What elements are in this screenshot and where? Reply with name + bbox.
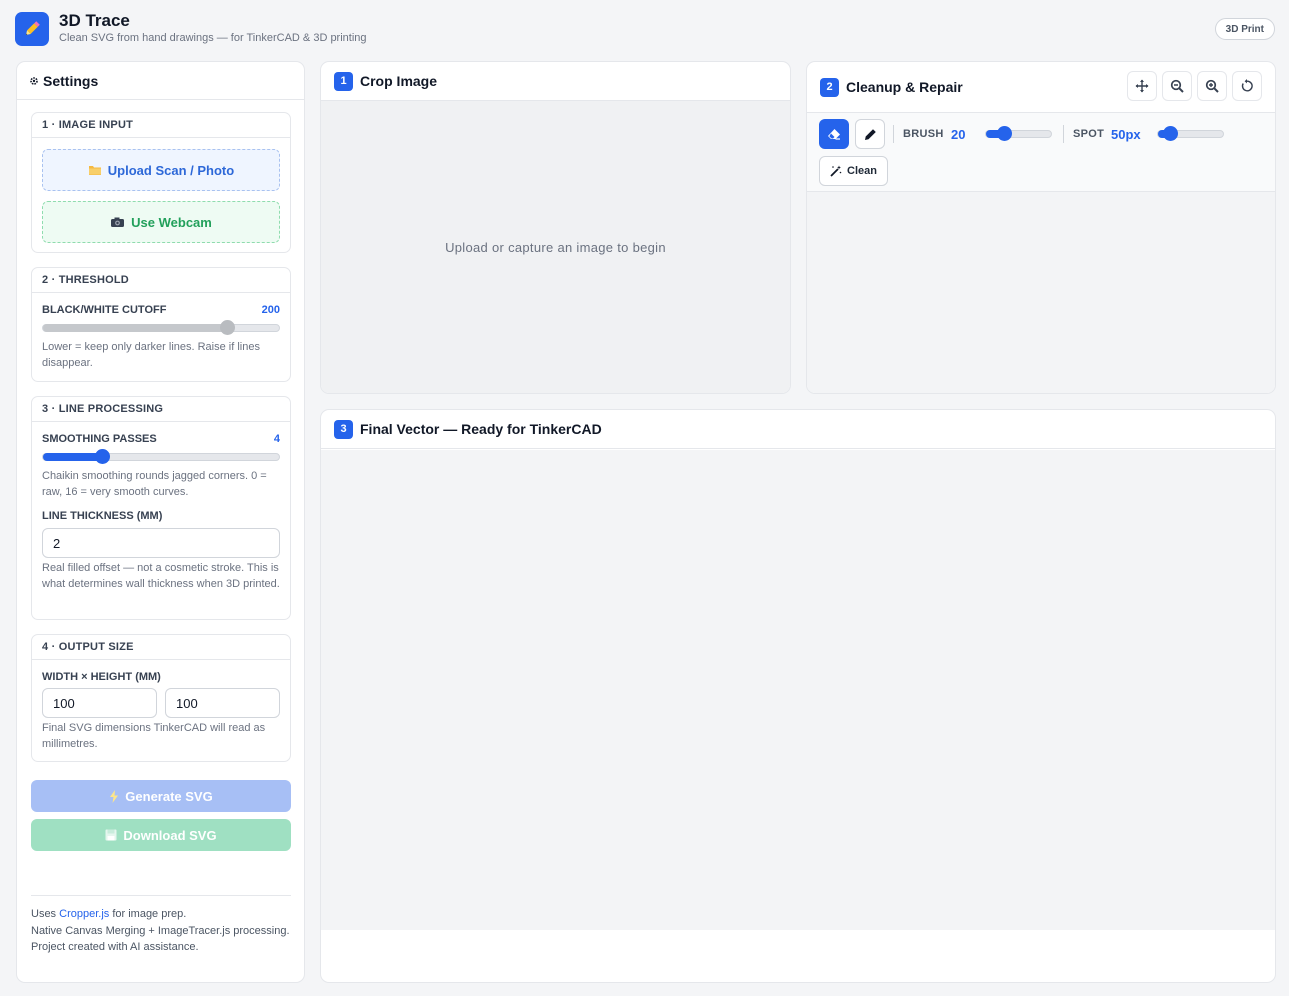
pen-icon xyxy=(864,128,876,140)
webcam-button[interactable]: Use Webcam xyxy=(42,201,280,243)
threshold-section: 2 · THRESHOLD BLACK/WHITE CUTOFF 200 Low… xyxy=(31,267,291,382)
pencil-icon xyxy=(15,12,49,46)
app-header: 3D Trace Clean SVG from hand drawings — … xyxy=(0,0,1289,56)
footer-text: Uses xyxy=(31,908,60,920)
spot-slider[interactable] xyxy=(1157,126,1224,141)
step-number: 3 xyxy=(334,419,353,439)
footer-line-1: Uses Cropper.js for image prep. xyxy=(31,906,293,923)
vector-title: Final Vector — Ready for TinkerCAD xyxy=(360,421,602,437)
crop-canvas[interactable]: Upload or capture an image to begin xyxy=(321,101,790,393)
zoom-in-button[interactable] xyxy=(1197,71,1227,101)
output-size-section: 4 · OUTPUT SIZE WIDTH × HEIGHT (MM) 100 … xyxy=(31,634,291,762)
cleanup-title: Cleanup & Repair xyxy=(846,79,963,95)
settings-sidebar: Settings 1 · IMAGE INPUT Upload Scan / P… xyxy=(16,61,305,983)
clean-button-label: Clean xyxy=(847,165,877,177)
brush-value: 20 xyxy=(951,127,966,142)
clean-button[interactable]: Clean xyxy=(819,156,888,186)
height-input[interactable]: 100 xyxy=(165,688,280,718)
slider-thumb[interactable] xyxy=(220,320,236,335)
cutoff-hint: Lower = keep only darker lines. Raise if… xyxy=(42,341,260,369)
section-title: 2 · THRESHOLD xyxy=(32,268,290,293)
footer-line-3: Project created with AI assistance. xyxy=(31,941,199,953)
brush-label: BRUSH xyxy=(903,128,944,140)
zoom-out-button[interactable] xyxy=(1162,71,1192,101)
footer-text: for image prep. xyxy=(109,908,187,920)
reset-icon xyxy=(1241,79,1253,92)
cutoff-slider[interactable] xyxy=(42,320,280,335)
eraser-tool-button[interactable] xyxy=(819,119,849,149)
webcam-button-label: Use Webcam xyxy=(131,214,212,230)
toolbar-divider xyxy=(1063,125,1064,143)
spot-label: SPOT xyxy=(1073,128,1105,140)
folder-icon xyxy=(88,166,101,175)
camera-icon xyxy=(111,217,125,227)
app-subtitle: Clean SVG from hand drawings — for Tinke… xyxy=(59,32,367,44)
section-title: 3 · LINE PROCESSING xyxy=(32,397,290,422)
sidebar-title: Settings xyxy=(43,72,99,89)
move-icon xyxy=(1135,79,1149,93)
section-title: 1 · IMAGE INPUT xyxy=(32,113,290,138)
slider-fill xyxy=(43,453,102,461)
footer-line-2: Native Canvas Merging + ImageTracer.js p… xyxy=(31,924,290,937)
brush-slider[interactable] xyxy=(985,126,1052,141)
cutoff-label: BLACK/WHITE CUTOFF xyxy=(42,304,167,316)
upload-button-label: Upload Scan / Photo xyxy=(107,162,235,178)
crop-panel: 1 Crop Image Upload or capture an image … xyxy=(320,61,791,394)
step-number: 1 xyxy=(334,71,353,91)
crop-placeholder: Upload or capture an image to begin xyxy=(445,239,666,255)
section-title: 4 · OUTPUT SIZE xyxy=(32,635,290,660)
slider-thumb[interactable] xyxy=(997,126,1013,141)
cleanup-canvas[interactable] xyxy=(807,192,1275,393)
spot-value: 50px xyxy=(1111,127,1141,142)
vector-panel: 3 Final Vector — Ready for TinkerCAD xyxy=(320,409,1276,983)
reset-button[interactable] xyxy=(1232,71,1262,101)
step-number: 2 xyxy=(820,77,839,97)
app-title: 3D Trace xyxy=(59,11,130,30)
smoothing-hint: Chaikin smoothing rounds jagged corners.… xyxy=(42,470,267,498)
pen-tool-button[interactable] xyxy=(855,119,885,149)
sidebar-footer: Uses Cropper.js for image prep. Native C… xyxy=(31,906,293,956)
print-badge: 3D Print xyxy=(1214,18,1275,40)
sidebar-header: Settings xyxy=(17,62,304,100)
cleanup-toolbar: BRUSH 20 SPOT 50px Clean xyxy=(807,112,1275,192)
slider-fill xyxy=(43,324,228,332)
image-input-section: 1 · IMAGE INPUT Upload Scan / Photo Use … xyxy=(31,112,291,253)
cleanup-panel: 2 Cleanup & Repair BRUSH 20 SPOT 50px Cl… xyxy=(806,61,1276,394)
thickness-hint: Real filled offset — not a cosmetic stro… xyxy=(42,562,280,590)
lightning-icon xyxy=(110,789,119,803)
eraser-icon xyxy=(828,129,840,140)
slider-thumb[interactable] xyxy=(95,449,110,464)
thickness-label: LINE THICKNESS (MM) xyxy=(42,510,163,522)
generate-button-label: Generate SVG xyxy=(125,788,213,804)
upload-button[interactable]: Upload Scan / Photo xyxy=(42,149,280,191)
download-svg-button[interactable]: Download SVG xyxy=(31,819,291,851)
magic-wand-icon xyxy=(830,165,842,177)
smoothing-slider[interactable] xyxy=(42,449,280,464)
move-button[interactable] xyxy=(1127,71,1157,101)
line-processing-section: 3 · LINE PROCESSING SMOOTHING PASSES 4 C… xyxy=(31,396,291,620)
generate-svg-button[interactable]: Generate SVG xyxy=(31,780,291,812)
footer-divider xyxy=(31,895,291,896)
vector-preview xyxy=(321,450,1275,930)
zoom-in-icon xyxy=(1205,79,1219,93)
size-label: WIDTH × HEIGHT (MM) xyxy=(42,671,161,683)
vector-header: 3 Final Vector — Ready for TinkerCAD xyxy=(321,410,1275,449)
cutoff-value: 200 xyxy=(261,304,280,316)
zoom-out-icon xyxy=(1170,79,1184,93)
thickness-input[interactable]: 2 xyxy=(42,528,280,558)
floppy-disk-icon xyxy=(105,829,117,841)
smoothing-value: 4 xyxy=(273,433,280,445)
smoothing-label: SMOOTHING PASSES xyxy=(42,433,157,445)
gear-icon xyxy=(30,76,38,85)
crop-header: 1 Crop Image xyxy=(321,62,790,101)
slider-thumb[interactable] xyxy=(1162,126,1178,141)
cropper-link[interactable]: Cropper.js xyxy=(59,908,109,920)
crop-title: Crop Image xyxy=(360,73,438,89)
download-button-label: Download SVG xyxy=(123,827,217,843)
size-hint: Final SVG dimensions TinkerCAD will read… xyxy=(42,722,266,750)
toolbar-divider xyxy=(893,125,894,143)
width-input[interactable]: 100 xyxy=(42,688,157,718)
